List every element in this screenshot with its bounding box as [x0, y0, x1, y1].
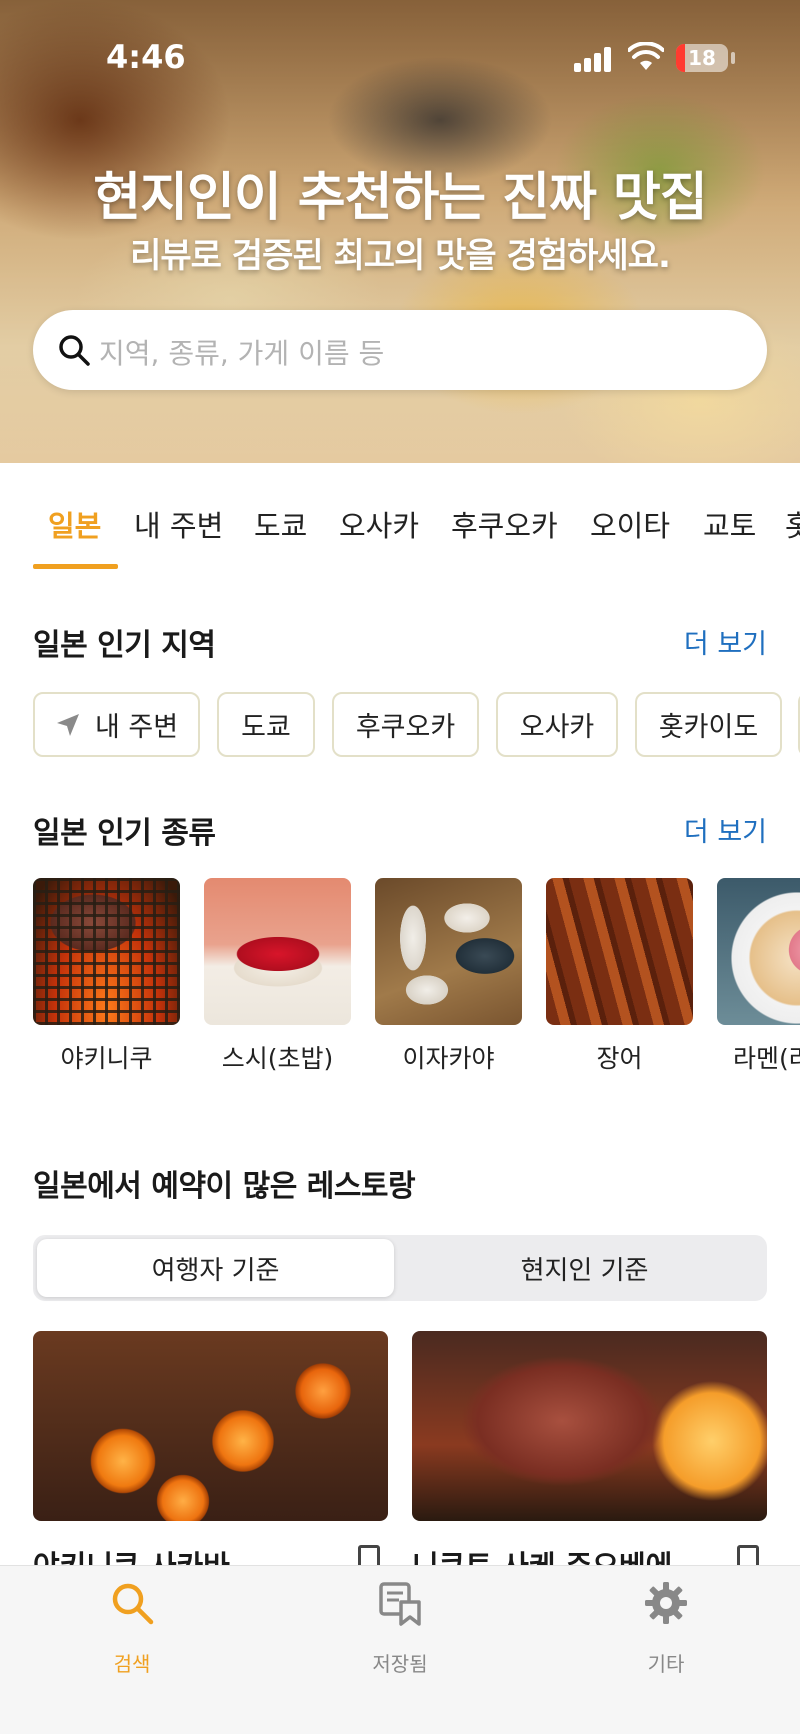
nav-more[interactable]: 기타 [596, 1566, 736, 1734]
battery-cap [731, 52, 735, 64]
nav-label: 검색 [113, 1652, 151, 1676]
chip-osaka[interactable]: 오사카 [496, 692, 618, 757]
status-bar: 4:46 18 [0, 0, 800, 110]
region-chips: 내 주변 도쿄 후쿠오카 오사카 홋카이도 [0, 692, 800, 758]
tab-oita[interactable]: 오이타 [590, 503, 670, 545]
hero-subtitle: 리뷰로 검증된 최고의 맛을 경험하세요. [130, 236, 671, 276]
popular-regions-more-link[interactable]: 더 보기 [684, 622, 767, 661]
status-time: 4:46 [106, 38, 186, 76]
search-icon [112, 1583, 154, 1625]
tab-japan[interactable]: 일본 [48, 503, 101, 545]
food-image [204, 878, 351, 1025]
location-arrow-icon [56, 713, 79, 736]
food-label: 라멘(라 [733, 1044, 800, 1073]
food-type-carousel: 야키니쿠 스시(초밥) 이자카야 장어 라멘(라 [0, 878, 800, 1078]
restaurant-card[interactable]: 야키니쿠 사카바 [33, 1331, 388, 1583]
chip-nearby[interactable]: 내 주변 [33, 692, 200, 757]
search-input[interactable]: 지역, 종류, 가게 이름 등 [33, 310, 767, 390]
food-image [546, 878, 693, 1025]
food-label: 스시(초밥) [221, 1044, 334, 1073]
reservation-segment-control: 여행자 기준 현지인 기준 [33, 1235, 767, 1301]
chip-label: 홋카이도 [658, 712, 759, 743]
search-placeholder: 지역, 종류, 가게 이름 등 [99, 337, 385, 370]
food-image [717, 878, 800, 1025]
chip-tokyo[interactable]: 도쿄 [217, 692, 315, 757]
chip-label: 후쿠오카 [355, 712, 456, 743]
food-label: 야키니쿠 [60, 1044, 153, 1073]
food-card-eel[interactable]: 장어 [546, 878, 693, 1075]
food-label: 장어 [596, 1044, 643, 1073]
tab-tokyo[interactable]: 도쿄 [254, 503, 307, 545]
bottom-navigation: 검색 저장됨 기타 [0, 1565, 800, 1734]
tab-nearby[interactable]: 내 주변 [134, 503, 223, 545]
chip-fukuoka[interactable]: 후쿠오카 [332, 692, 479, 757]
food-label: 이자카야 [402, 1044, 495, 1073]
chip-label: 도쿄 [241, 712, 291, 743]
chip-label: 내 주변 [94, 712, 179, 743]
food-card-ramen[interactable]: 라멘(라 [717, 878, 800, 1075]
popular-types-title: 일본 인기 종류 [33, 816, 216, 851]
active-tab-indicator [33, 564, 118, 569]
nav-label: 기타 [647, 1652, 685, 1676]
popular-types-more-link[interactable]: 더 보기 [684, 810, 767, 849]
hero-title: 현지인이 추천하는 진짜 맛집 [93, 168, 707, 228]
restaurant-card[interactable]: 니쿠토 사케 주오베에 [412, 1331, 767, 1583]
tab-kyoto[interactable]: 교토 [703, 503, 756, 545]
popular-regions-title: 일본 인기 지역 [33, 628, 216, 663]
nav-saved[interactable]: 저장됨 [330, 1566, 470, 1734]
battery-indicator: 18 [676, 44, 728, 72]
tab-osaka[interactable]: 오사카 [339, 503, 419, 545]
nav-label: 저장됨 [372, 1652, 428, 1676]
food-card-izakaya[interactable]: 이자카야 [375, 878, 522, 1075]
segment-locals[interactable]: 현지인 기준 [406, 1239, 763, 1297]
food-card-sushi[interactable]: 스시(초밥) [204, 878, 351, 1075]
chip-label: 오사카 [519, 712, 595, 743]
nav-search[interactable]: 검색 [62, 1566, 202, 1734]
bookmark-list-icon [379, 1582, 421, 1626]
reservations-title: 일본에서 예약이 많은 레스토랑 [33, 1169, 416, 1204]
food-image [33, 878, 180, 1025]
segment-travelers[interactable]: 여행자 기준 [37, 1239, 394, 1297]
search-icon [59, 335, 90, 366]
restaurant-image [33, 1331, 388, 1521]
chip-hokkaido[interactable]: 홋카이도 [635, 692, 782, 757]
food-image [375, 878, 522, 1025]
food-card-yakiniku[interactable]: 야키니쿠 [33, 878, 180, 1075]
tab-fukuoka[interactable]: 후쿠오카 [451, 503, 558, 545]
wifi-icon [628, 42, 664, 70]
gear-icon [645, 1582, 687, 1624]
cellular-signal-icon [574, 46, 614, 72]
region-tabs: 일본 내 주변 도쿄 오사카 후쿠오카 오이타 교토 홋 [0, 463, 800, 571]
battery-percent: 18 [688, 46, 716, 70]
restaurant-image [412, 1331, 767, 1521]
tab-hokkaido[interactable]: 홋 [785, 503, 800, 545]
